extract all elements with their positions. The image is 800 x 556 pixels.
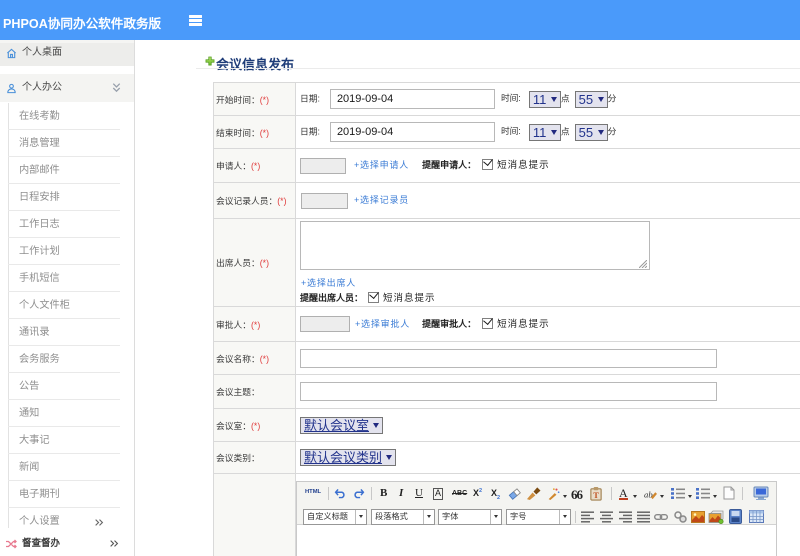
svg-text:T: T: [593, 491, 599, 500]
